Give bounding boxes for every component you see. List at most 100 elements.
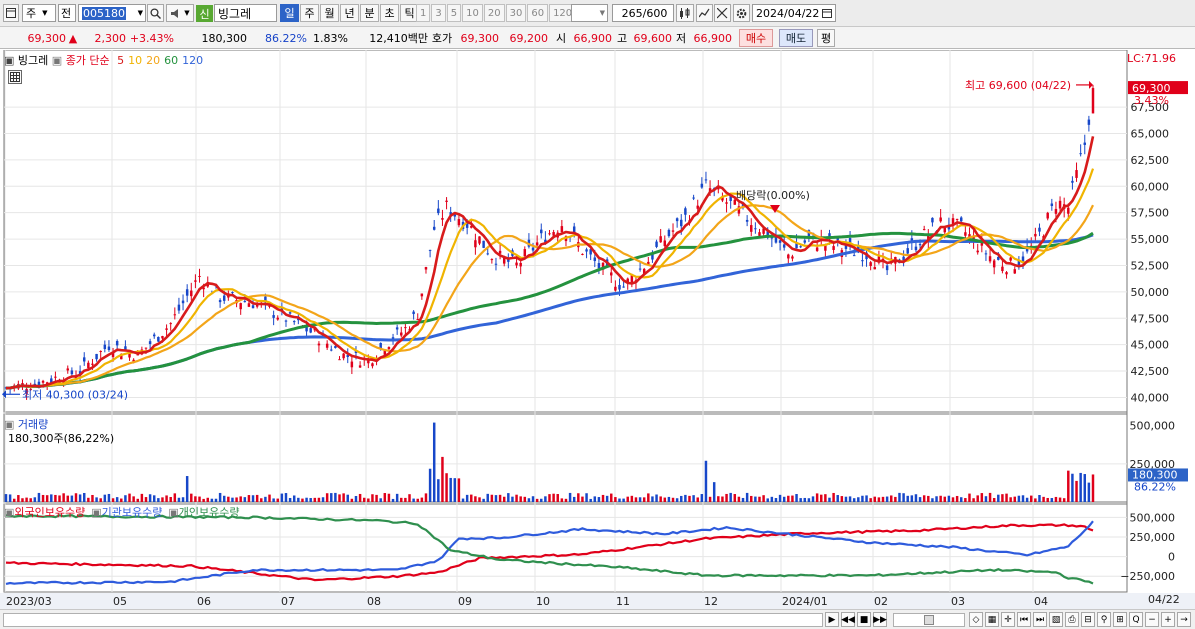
period-tab-분[interactable]: 분 [360, 4, 379, 22]
volume-bar [1017, 495, 1021, 502]
zoom-reset-button[interactable]: ◇ [969, 612, 983, 627]
candle-body [548, 233, 551, 235]
new-badge: 신 [196, 5, 213, 22]
search-button[interactable] [147, 4, 164, 22]
interval-30[interactable]: 30 [505, 4, 527, 22]
candle-body [992, 260, 996, 268]
volume-bar [74, 493, 78, 502]
period-tab-초[interactable]: 초 [380, 4, 399, 22]
zoom-in-button[interactable]: + [1161, 612, 1175, 627]
zoom-out-button[interactable]: − [1145, 612, 1159, 627]
period-tab-년[interactable]: 년 [340, 4, 359, 22]
volume-bar [997, 494, 1000, 502]
stock-chart[interactable]: 67,50065,00062,50060,00057,50055,00052,5… [0, 50, 1195, 610]
volume-bar [787, 495, 790, 502]
eval-button[interactable]: 평 [817, 29, 835, 47]
period-tab-주[interactable]: 주 [300, 4, 319, 22]
volume-bar [774, 498, 778, 502]
volume-bar [758, 496, 761, 502]
stock-name-field[interactable]: 빙그레 [214, 4, 277, 22]
candle-body [276, 317, 279, 320]
interval-5[interactable]: 5 [446, 4, 462, 22]
volume-bar [955, 495, 959, 502]
search-chart-button[interactable]: ⚲ [1097, 612, 1111, 627]
lock-button[interactable]: ⊟ [1081, 612, 1095, 627]
zoom-track[interactable] [893, 613, 965, 627]
volume-bar [572, 496, 576, 502]
volume-bar [367, 498, 370, 502]
count-field[interactable]: 265/600 [612, 4, 674, 22]
interval-60[interactable]: 60 [527, 4, 549, 22]
candle-body [82, 357, 86, 362]
volume-bar [647, 493, 650, 502]
scroll-start-button[interactable]: ⏮ [1017, 612, 1031, 627]
stop-button[interactable]: ■ [857, 612, 871, 627]
volume-bar [1071, 473, 1074, 502]
date-field[interactable]: 2024/04/22 [752, 4, 836, 22]
volume-bar [659, 496, 662, 502]
save-image-button[interactable]: ▧ [1049, 612, 1063, 627]
volume-bar [531, 496, 535, 502]
interval-1[interactable]: 1 [416, 4, 431, 22]
volume-bar [675, 498, 679, 502]
quote-bar: 69,300 ▲ 2,300 +3.43% 180,300 86.22% 1.8… [0, 27, 1195, 49]
volume-bar [334, 492, 337, 502]
volume-bar [910, 495, 914, 502]
chart-scrollbar[interactable]: ▶ ◀◀ ■ ▶▶ ◇ ▦ ✛ ⏮ ⏭ ▧ ⎙ ⊟ ⚲ ⊞ Q − + → [0, 609, 1195, 629]
scroll-end-button[interactable]: ⏭ [1033, 612, 1047, 627]
sell-button[interactable]: 매도 [779, 29, 813, 47]
volume-bar [445, 473, 448, 502]
volume-bar [552, 493, 555, 502]
scroll-track[interactable] [3, 613, 823, 627]
print-button[interactable]: ⎙ [1065, 612, 1079, 627]
grid-toggle-button[interactable] [8, 70, 22, 84]
magnify-button[interactable]: Q [1129, 612, 1143, 627]
crosshair-button[interactable]: ✛ [1001, 612, 1015, 627]
volume-bar [342, 493, 345, 502]
candle-body [663, 240, 667, 247]
candle-body [288, 312, 292, 314]
candle-body [231, 292, 234, 294]
candle-body [861, 260, 864, 262]
sound-button[interactable]: ▼ [166, 4, 194, 22]
interval-10[interactable]: 10 [462, 4, 483, 22]
candle-body [1091, 88, 1095, 114]
x-axis-right-label: 04/22 [1148, 593, 1180, 606]
volume-bar [861, 495, 864, 502]
scroll-right-button[interactable]: ▶ [825, 612, 839, 627]
settings-button[interactable] [733, 4, 750, 22]
x-tick-label: 05 [113, 595, 127, 608]
volume-bar [1034, 498, 1037, 502]
period-tab-월[interactable]: 월 [320, 4, 339, 22]
volume-bar [988, 492, 992, 502]
ruler-button[interactable]: ⊞ [1113, 612, 1127, 627]
volume-bar [400, 497, 403, 502]
volume-bar [844, 496, 848, 502]
arrow-right-icon: → [1180, 614, 1188, 625]
stock-code-input[interactable]: 005180 ▼ [78, 4, 146, 22]
period-tab-일[interactable]: 일 [280, 4, 299, 22]
candle-body [494, 263, 498, 265]
interval-select[interactable]: ▼ [571, 4, 608, 22]
volume-bar [25, 497, 28, 502]
print-icon: ⎙ [1068, 614, 1076, 625]
compare-button[interactable] [714, 4, 731, 22]
scroll-forward-button[interactable]: ▶▶ [873, 612, 887, 627]
scroll-end-arrow-button[interactable]: → [1177, 612, 1191, 627]
market-all-button[interactable]: 전 [58, 4, 76, 22]
zoom-handle[interactable] [924, 615, 934, 625]
buy-button[interactable]: 매수 [739, 29, 773, 47]
candle-body [1038, 227, 1041, 232]
interval-3[interactable]: 3 [431, 4, 446, 22]
layout-icon[interactable] [3, 4, 19, 22]
fit-button[interactable]: ▦ [985, 612, 999, 627]
candle-body [165, 328, 168, 330]
market-type-select[interactable]: 주 ▼ [22, 4, 56, 22]
ma-legend-60: 60 [164, 54, 179, 67]
interval-20[interactable]: 20 [483, 4, 505, 22]
indicator-button[interactable] [696, 4, 713, 22]
candle-body [309, 328, 312, 333]
chart-type-button[interactable] [676, 4, 694, 22]
volume-bar [115, 497, 119, 502]
scroll-back-button[interactable]: ◀◀ [841, 612, 855, 627]
